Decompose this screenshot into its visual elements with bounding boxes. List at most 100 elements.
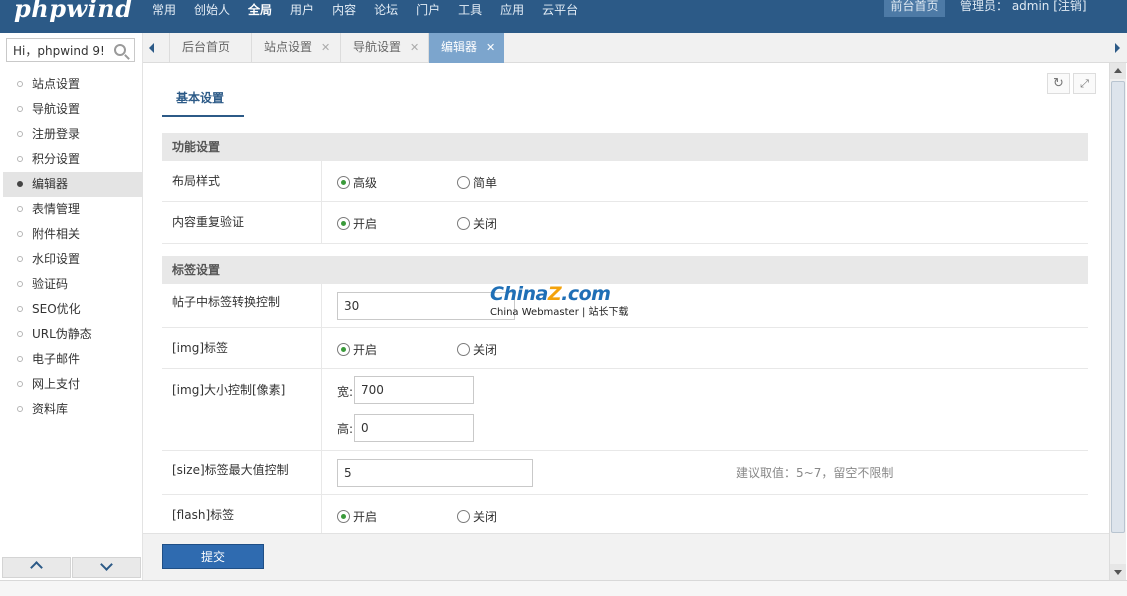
sidebar-search [6, 38, 135, 62]
sidebar-item-payment[interactable]: 网上支付 [3, 372, 142, 397]
bullet-icon [17, 305, 23, 312]
row-value: 开启 关闭 [322, 202, 1088, 243]
radio-layout-advanced[interactable]: 高级 [337, 174, 377, 191]
watermark-subtitle: China Webmaster | 站长下载 [490, 307, 629, 318]
sidebar-item-label: SEO优化 [32, 302, 81, 316]
radio-icon [337, 176, 350, 189]
tab-prev-icon[interactable] [143, 33, 163, 63]
row-value: 宽: 高: [322, 369, 1088, 450]
close-icon[interactable]: ✕ [321, 34, 330, 62]
top-bar: phpwind 常用 创始人 全局 用户 内容 论坛 门户 工具 应用 云平台 … [0, 0, 1127, 33]
bullet-icon [17, 130, 23, 137]
sidebar-item-label: 注册登录 [32, 127, 81, 141]
img-height-input[interactable] [354, 414, 474, 442]
fullscreen-icon[interactable]: ⤢ [1073, 73, 1096, 94]
nav-item-global[interactable]: 全局 [248, 1, 272, 18]
scroll-up-icon[interactable] [1110, 63, 1126, 79]
radio-img-on[interactable]: 开启 [337, 341, 377, 358]
radio-label: 高级 [353, 176, 378, 190]
sidebar-item-label: 资料库 [32, 402, 69, 416]
tag-convert-input[interactable] [337, 292, 515, 320]
radio-flash-on[interactable]: 开启 [337, 508, 377, 525]
nav-item-portal[interactable]: 门户 [416, 1, 440, 18]
row-img-size: [img]大小控制[像素] 宽: 高: [162, 369, 1088, 451]
vertical-scrollbar[interactable] [1109, 63, 1126, 580]
sidebar-item-register-login[interactable]: 注册登录 [3, 122, 142, 147]
sidebar-item-url-rewrite[interactable]: URL伪静态 [3, 322, 142, 347]
radio-dup-off[interactable]: 关闭 [457, 215, 497, 232]
submit-button[interactable]: 提交 [162, 544, 264, 569]
sidebar-item-credits[interactable]: 积分设置 [3, 147, 142, 172]
radio-flash-off[interactable]: 关闭 [457, 508, 497, 525]
bullet-icon [17, 355, 23, 362]
radio-label: 开启 [353, 343, 378, 357]
sidebar-item-seo[interactable]: SEO优化 [3, 297, 142, 322]
row-label: [flash]标签 [162, 495, 322, 534]
sidebar-item-label: 附件相关 [32, 227, 81, 241]
radio-icon [337, 510, 350, 523]
radio-label: 简单 [473, 176, 498, 190]
radio-icon [457, 217, 470, 230]
bullet-icon [17, 280, 23, 287]
arrow-up-icon[interactable] [2, 557, 71, 578]
nav-item-founder[interactable]: 创始人 [194, 1, 230, 18]
radio-layout-simple[interactable]: 简单 [457, 174, 497, 191]
search-icon[interactable] [114, 44, 126, 56]
sidebar-item-label: 水印设置 [32, 252, 81, 266]
height-label: 高: [337, 422, 354, 436]
radio-label: 关闭 [473, 343, 498, 357]
size-tag-input[interactable] [337, 459, 533, 487]
row-value [322, 284, 1088, 327]
bullet-icon [17, 255, 23, 262]
radio-label: 关闭 [473, 510, 498, 524]
row-label: [img]大小控制[像素] [162, 369, 322, 450]
scroll-thumb[interactable] [1111, 81, 1125, 533]
sidebar-item-watermark[interactable]: 水印设置 [3, 247, 142, 272]
radio-img-off[interactable]: 关闭 [457, 341, 497, 358]
sidebar-item-nav-settings[interactable]: 导航设置 [3, 97, 142, 122]
nav-item-users[interactable]: 用户 [290, 1, 314, 18]
close-icon[interactable]: ✕ [486, 34, 495, 62]
sidebar-item-emoticons[interactable]: 表情管理 [3, 197, 142, 222]
tab-nav-settings[interactable]: 导航设置 ✕ [340, 33, 428, 63]
tab-editor[interactable]: 编辑器 ✕ [428, 33, 504, 63]
sidebar-item-database[interactable]: 资料库 [3, 397, 142, 422]
bullet-icon [17, 155, 23, 162]
arrow-down-icon[interactable] [72, 557, 141, 578]
sidebar-item-site-settings[interactable]: 站点设置 [3, 72, 142, 97]
subnav-basic-settings[interactable]: 基本设置 [162, 86, 244, 117]
front-page-link[interactable]: 前台首页 [884, 0, 945, 17]
sidebar-item-captcha[interactable]: 验证码 [3, 272, 142, 297]
radio-icon [457, 343, 470, 356]
radio-dup-on[interactable]: 开启 [337, 215, 377, 232]
bullet-icon [17, 180, 23, 187]
sidebar-item-attachments[interactable]: 附件相关 [3, 222, 142, 247]
sidebar-item-label: 网上支付 [32, 377, 81, 391]
nav-item-common[interactable]: 常用 [152, 1, 176, 18]
refresh-icon[interactable]: ↻ [1047, 73, 1070, 94]
sidebar-item-editor[interactable]: 编辑器 [3, 172, 142, 197]
nav-item-forum[interactable]: 论坛 [374, 1, 398, 18]
sidebar: 站点设置 导航设置 注册登录 积分设置 编辑器 表情管理 附件相关 水印设置 验… [0, 33, 143, 580]
phpwind-logo[interactable]: phpwind [14, 0, 133, 23]
nav-item-tools[interactable]: 工具 [458, 1, 482, 18]
nav-item-apps[interactable]: 应用 [500, 1, 524, 18]
radio-icon [337, 217, 350, 230]
sidebar-item-email[interactable]: 电子邮件 [3, 347, 142, 372]
row-layout-style: 布局样式 高级 简单 [162, 161, 1088, 202]
nav-item-cloud[interactable]: 云平台 [542, 1, 578, 18]
bullet-icon [17, 205, 23, 212]
bullet-icon [17, 230, 23, 237]
scroll-down-icon[interactable] [1110, 564, 1126, 580]
row-flash-tag: [flash]标签 开启 关闭 [162, 495, 1088, 535]
width-label: 宽: [337, 385, 354, 399]
tab-admin-home[interactable]: 后台首页 [169, 33, 251, 63]
admin-info[interactable]: 管理员： admin [注销] [960, 0, 1087, 13]
tab-next-icon[interactable] [1107, 33, 1127, 63]
tab-site-settings[interactable]: 站点设置 ✕ [251, 33, 340, 63]
nav-item-content[interactable]: 内容 [332, 1, 356, 18]
radio-label: 开启 [353, 217, 378, 231]
img-width-input[interactable] [354, 376, 474, 404]
close-icon[interactable]: ✕ [410, 34, 419, 62]
search-input[interactable] [7, 39, 107, 61]
